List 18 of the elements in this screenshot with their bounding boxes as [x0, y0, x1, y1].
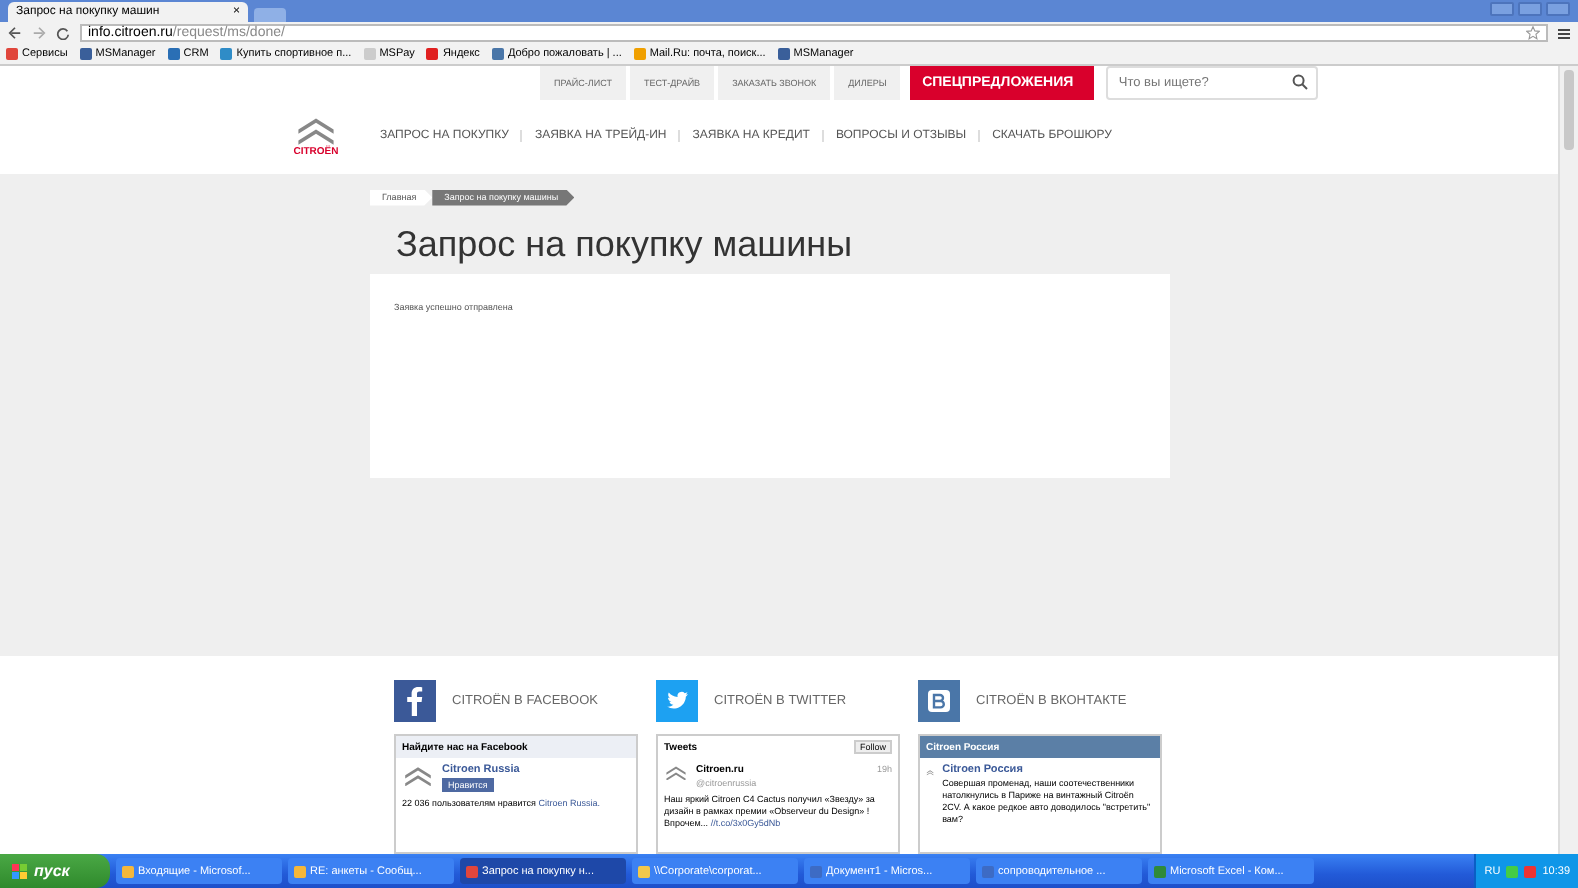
star-icon[interactable] [1526, 26, 1540, 40]
menu-icon[interactable] [1558, 27, 1570, 39]
reload-icon[interactable] [56, 26, 70, 40]
bird-icon[interactable] [656, 680, 698, 722]
start-button[interactable]: пуск [0, 854, 110, 888]
back-icon[interactable] [8, 26, 22, 40]
chevrons-icon [402, 764, 434, 787]
close-button[interactable] [1546, 2, 1570, 16]
facebook-icon[interactable] [394, 680, 436, 722]
maximize-button[interactable] [1518, 2, 1542, 16]
page-title: Запрос на покупку машины [396, 223, 855, 266]
search-icon[interactable] [1292, 74, 1309, 90]
minimize-button[interactable] [1490, 2, 1514, 16]
windows-logo-icon [12, 863, 28, 879]
chevrons-icon [294, 114, 338, 146]
forward-icon[interactable] [32, 26, 46, 40]
vk-icon[interactable] [918, 680, 960, 722]
chevrons-icon [664, 764, 688, 781]
